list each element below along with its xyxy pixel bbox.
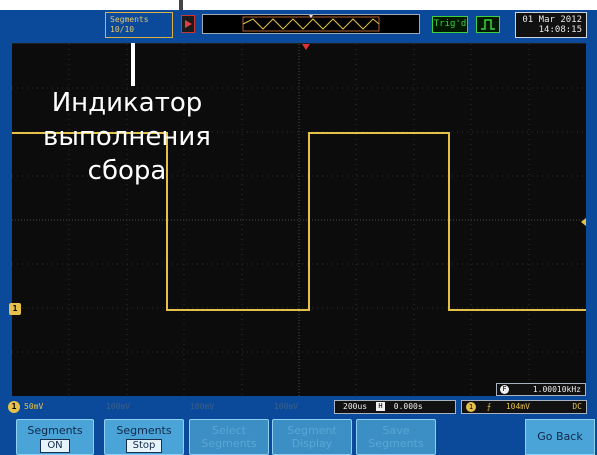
softkey-menu: Segments ON Segments Stop Select Segment… [0, 417, 597, 455]
segment-display-button[interactable]: Segment Display [272, 419, 352, 455]
segments-stop-button[interactable]: Segments Stop [104, 419, 184, 455]
trigger-level-marker [581, 218, 586, 226]
softkey-label: Save [382, 424, 410, 437]
date-time: 01 Mar 2012 14:08:15 [515, 12, 587, 38]
trigger-source-icon: 1 [466, 401, 476, 412]
top-status-bar: Segments 10/10 Trig'd 01 Mar 2012 14:08:… [6, 10, 591, 40]
ch4-scale: 100mV [274, 402, 299, 411]
softkey-label: Segments [116, 424, 172, 437]
softkey-value: Segments [368, 437, 424, 450]
annotation-label: Индикатор выполнения сбора [43, 88, 211, 186]
ch3-scale: 100mV [190, 402, 215, 411]
frequency-value: 1.00010kHz [532, 385, 581, 394]
timebase-value: 200us [343, 402, 368, 411]
run-stop-icon[interactable] [181, 15, 195, 33]
segments-indicator: Segments 10/10 [105, 12, 173, 38]
frequency-f-icon: F [500, 385, 509, 394]
softkey-label: Segment [287, 424, 337, 437]
segments-count: 10/10 [110, 25, 135, 34]
softkey-value: Display [291, 437, 333, 450]
rising-edge-icon [476, 16, 500, 33]
trigger-level: 104mV [505, 402, 530, 411]
segments-label: Segments [110, 15, 149, 24]
trigger-status: Trig'd [432, 16, 468, 33]
segments-on-button[interactable]: Segments ON [16, 419, 94, 455]
annotation-pointer [131, 43, 135, 86]
go-back-button[interactable]: Go Back [525, 419, 595, 455]
date: 01 Mar 2012 [522, 15, 582, 25]
softkey-value: Stop [125, 439, 163, 453]
timebase-box: 200us H 0.000s [334, 400, 456, 414]
frequency-readout: F 1.00010kHz [496, 383, 586, 396]
time: 14:08:15 [538, 25, 582, 35]
memory-bar [202, 14, 420, 34]
softkey-label: Segments [27, 424, 83, 437]
softkey-value: Segments [201, 437, 257, 450]
top-pointer-tick [179, 0, 183, 10]
ch2-scale: 100mV [106, 402, 131, 411]
select-segments-button[interactable]: Select Segments [189, 419, 269, 455]
ch1-scale: 50mV [24, 402, 44, 411]
softkey-value: ON [40, 439, 70, 453]
channel-1-icon: 1 [9, 303, 21, 315]
trigger-info: 1 ⨍ 104mV DC [461, 400, 587, 414]
save-segments-button[interactable]: Save Segments [356, 419, 436, 455]
softkey-label: Select [212, 424, 246, 437]
trigger-position-marker [302, 44, 310, 50]
bottom-status-bar: F 1.00010kHz 1 50mV 100mV 100mV 100mV 20… [6, 383, 591, 416]
rising-slope-icon: ⨍ [486, 402, 491, 411]
ch1-badge: 1 [8, 401, 20, 413]
horizontal-icon: H [375, 402, 385, 411]
trigger-coupling: DC [572, 402, 582, 411]
horizontal-position: 0.000s [393, 402, 423, 411]
